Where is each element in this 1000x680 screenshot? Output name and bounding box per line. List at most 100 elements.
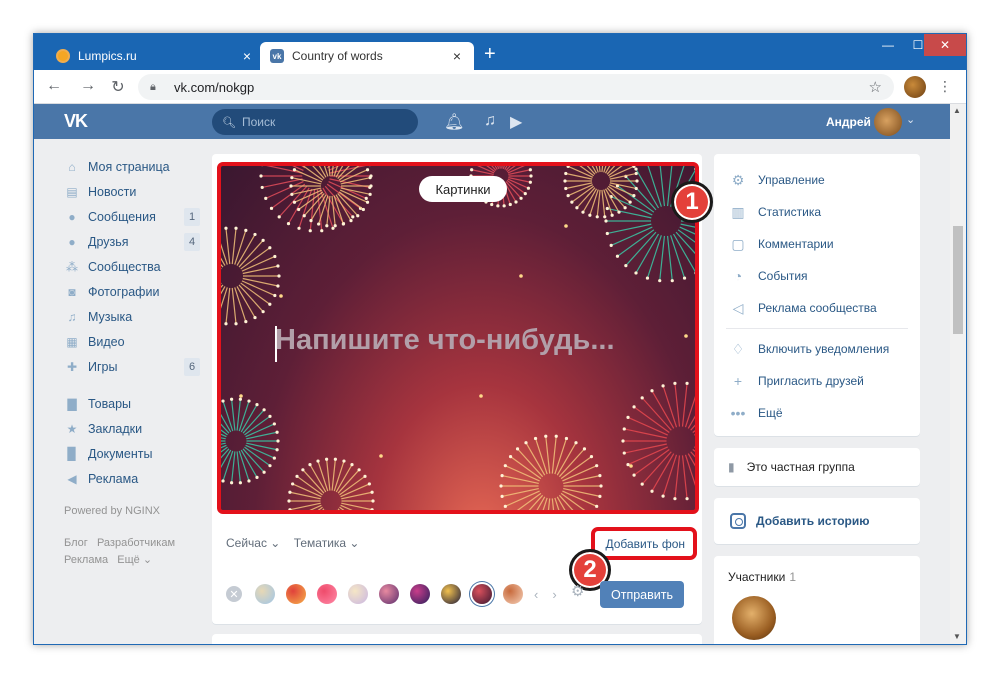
scrollbar-thumb[interactable] (953, 226, 963, 334)
reload-button[interactable]: ↻ (108, 77, 128, 97)
url-field[interactable]: 🔒︎ vk.com/nokgp ☆ (138, 74, 894, 100)
firework-spark (273, 254, 277, 259)
firework-spark (369, 184, 373, 188)
sidebar-item-ads[interactable]: ◀ Реклама (64, 466, 200, 491)
menu-item-notifications[interactable]: ♢ Включить уведомления (714, 333, 920, 365)
chevron-left-icon[interactable]: ‹ (534, 587, 538, 602)
gear-icon[interactable]: ⚙ (571, 582, 584, 600)
firework-ray (666, 235, 673, 281)
firework-ray (471, 169, 494, 176)
menu-item-comments[interactable]: ▢ Комментарии (714, 228, 920, 260)
menu-item-label: Пригласить друзей (758, 374, 864, 388)
new-tab-button[interactable]: + (484, 44, 496, 64)
firework-spark (599, 484, 603, 488)
sidebar-item-messages[interactable]: ● Сообщения 1 (64, 204, 200, 229)
member-avatar[interactable] (732, 596, 776, 640)
sidebar-item-friends[interactable]: ● Друзья 4 (64, 229, 200, 254)
forward-button[interactable]: → (78, 77, 98, 95)
background-thumbnail[interactable] (286, 584, 306, 604)
sidebar-item-bookmarks[interactable]: ★ Закладки (64, 416, 200, 441)
avatar[interactable] (874, 108, 902, 136)
pictures-button[interactable]: Картинки (419, 176, 507, 202)
sidebar-item-games[interactable]: ✚ Игры 6 (64, 354, 200, 379)
firework-spark (230, 397, 234, 401)
firework-ray (551, 436, 557, 474)
firework-spark (502, 204, 506, 208)
send-button[interactable]: Отправить (600, 581, 684, 608)
browser-menu-icon[interactable]: ⋮ (938, 78, 952, 95)
firework-spark (297, 207, 301, 212)
firework-spark (261, 238, 265, 242)
music-note-icon[interactable]: ♫ (484, 112, 496, 130)
topic-dropdown[interactable]: Тематика ⌄ (294, 536, 360, 550)
search-input[interactable]: 🔍︎ Поиск (212, 109, 418, 135)
firework-spark (496, 204, 500, 208)
scroll-up-icon[interactable]: ▲ (953, 106, 961, 115)
menu-item-invite[interactable]: + Пригласить друзей (714, 365, 920, 397)
post-text-placeholder[interactable]: Напишите что-нибудь... (275, 324, 615, 357)
browser-titlebar: Lumpics.ru × vk Country of words × + — ☐… (34, 34, 966, 70)
page-scrollbar[interactable]: ▲ ▼ (950, 104, 966, 644)
back-button[interactable]: ← (44, 77, 64, 95)
tab-close-icon[interactable]: × (240, 48, 254, 64)
menu-item-manage[interactable]: ⚙ Управление (714, 164, 920, 196)
sidebar-item-video[interactable]: ▦ Видео (64, 329, 200, 354)
background-thumbnail[interactable] (472, 584, 492, 604)
sidebar-item-photos[interactable]: ◙ Фотографии (64, 279, 200, 304)
vk-logo[interactable]: VK (64, 111, 88, 132)
background-thumbnail[interactable] (317, 584, 337, 604)
chevron-right-icon[interactable]: › (552, 587, 556, 602)
firework-spark (634, 171, 638, 176)
firework-spark (622, 427, 626, 431)
publish-time-dropdown[interactable]: Сейчас ⌄ (226, 536, 280, 550)
footer-link-more[interactable]: Ещё ⌄ (117, 554, 152, 566)
tab-close-icon[interactable]: × (450, 48, 464, 64)
firework-ray (331, 195, 336, 226)
menu-item-stats[interactable]: ▥ Статистика (714, 196, 920, 228)
communities-icon: ⁂ (66, 259, 78, 274)
firework-spark (350, 463, 354, 467)
background-thumbnail[interactable] (348, 584, 368, 604)
sidebar-item-music[interactable]: ♫ Музыка (64, 304, 200, 329)
background-thumbnail[interactable] (255, 584, 275, 604)
add-background-button[interactable]: Добавить фон (591, 527, 697, 560)
browser-profile-avatar[interactable] (904, 76, 926, 98)
sidebar-item-goods[interactable]: ▇ Товары (64, 391, 200, 416)
background-thumbnail[interactable] (441, 584, 461, 604)
camera-icon (730, 513, 746, 529)
post-editor-background[interactable]: Картинки Напишите что-нибудь... (217, 162, 699, 514)
bookmark-star-icon[interactable]: ☆ (869, 78, 882, 96)
user-name[interactable]: Андрей (826, 115, 871, 129)
firework-spark (503, 464, 507, 468)
tab-country-of-words[interactable]: vk Country of words × (260, 42, 474, 70)
sparkle (239, 394, 243, 398)
firework-spark (661, 494, 665, 498)
footer-link-blog[interactable]: Блог (64, 537, 88, 549)
footer-link-developers[interactable]: Разработчикам (97, 537, 175, 549)
firework-spark (238, 397, 242, 401)
scroll-down-icon[interactable]: ▼ (953, 632, 961, 641)
menu-item-more[interactable]: ••• Ещё (714, 397, 920, 429)
sidebar-item-news[interactable]: ▤ Новости (64, 179, 200, 204)
tab-lumpics[interactable]: Lumpics.ru × (46, 42, 264, 70)
members-title[interactable]: Участники 1 (728, 570, 906, 584)
bell-icon[interactable]: 🔔︎ (444, 112, 464, 132)
firework-spark (564, 171, 568, 176)
add-story-button[interactable]: Добавить историю (714, 498, 920, 544)
clear-background-icon[interactable]: ✕ (226, 586, 242, 602)
menu-item-events[interactable]: ◔ События (714, 260, 920, 292)
firework-spark (632, 405, 636, 409)
menu-item-community-ads[interactable]: ◁ Реклама сообщества (714, 292, 920, 324)
sidebar-item-documents[interactable]: ▉ Документы (64, 441, 200, 466)
footer-link-ads[interactable]: Реклама (64, 554, 108, 566)
background-thumbnail[interactable] (503, 584, 523, 604)
background-thumbnail[interactable] (379, 584, 399, 604)
firework-ray (554, 497, 560, 510)
chevron-down-icon[interactable]: ⌄ (906, 113, 915, 126)
sidebar-item-my-page[interactable]: ⌂ Моя страница (64, 154, 200, 179)
sidebar-item-communities[interactable]: ⁂ Сообщества (64, 254, 200, 279)
background-thumbnail[interactable] (410, 584, 430, 604)
close-window-button[interactable]: ✕ (924, 34, 966, 56)
firework-ray (607, 223, 652, 235)
video-play-icon[interactable]: ▶ (510, 112, 522, 132)
